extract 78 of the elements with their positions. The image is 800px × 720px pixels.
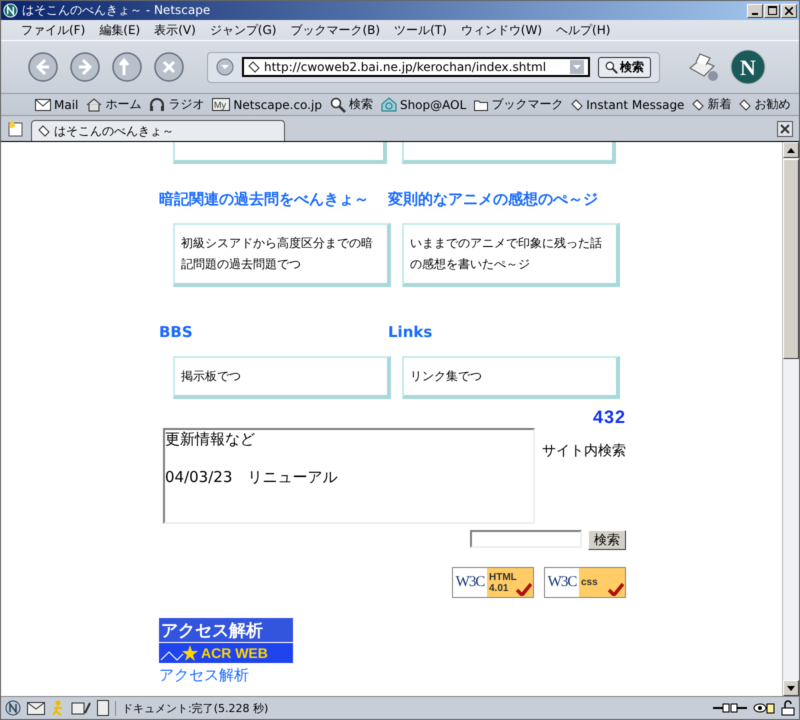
- envelope-icon[interactable]: [27, 702, 45, 714]
- search-icon: [605, 60, 618, 74]
- section-link[interactable]: Links: [388, 323, 626, 342]
- menu-item[interactable]: 編集(E): [99, 22, 140, 38]
- bookmark-icon: [38, 125, 50, 137]
- menu-item[interactable]: ウィンドウ(W): [460, 22, 542, 38]
- padlock-icon[interactable]: [781, 700, 795, 716]
- new-tab-icon[interactable]: [7, 120, 25, 138]
- forward-icon[interactable]: [69, 51, 101, 83]
- section-link[interactable]: 暗記関連の過去問をべんきょ～: [159, 190, 388, 209]
- description-card: リンク集でつ: [402, 356, 620, 399]
- bookmark-link[interactable]: My Netscape.co.jp: [212, 98, 322, 112]
- menu-item[interactable]: 表示(V): [154, 22, 196, 38]
- scroll-up-button[interactable]: [783, 142, 799, 158]
- up-arrow-icon: [787, 148, 795, 152]
- search-button[interactable]: 検索: [598, 56, 651, 78]
- netscape-logo-icon: [3, 3, 18, 18]
- site-search-label: サイト内検索: [541, 442, 626, 460]
- section-link[interactable]: BBS: [159, 323, 388, 342]
- window-title: はそこんのべんきょ～ - Netscape: [22, 2, 212, 19]
- bookmark-link[interactable]: 検索: [330, 96, 373, 113]
- address-book-icon[interactable]: [97, 700, 109, 716]
- bookmark-icon: [692, 98, 704, 110]
- w3c-badge[interactable]: W3C css: [544, 567, 626, 598]
- menu-item[interactable]: ツール(T): [394, 22, 447, 38]
- menu-item[interactable]: ヘルプ(H): [556, 22, 610, 38]
- house-icon: [86, 98, 102, 112]
- composer-icon[interactable]: [71, 701, 91, 715]
- netscape-logo-icon[interactable]: [5, 700, 21, 716]
- down-arrow-icon: [787, 686, 795, 690]
- minimize-button[interactable]: [747, 4, 763, 18]
- reload-icon[interactable]: [111, 51, 143, 83]
- envelope-icon: [35, 98, 51, 110]
- bookmark-icon: [571, 98, 584, 110]
- scroll-down-button[interactable]: [783, 680, 799, 696]
- maximize-icon: [768, 6, 776, 15]
- maximize-button[interactable]: [764, 4, 780, 18]
- eye-icon[interactable]: [753, 701, 775, 715]
- bookmark-link[interactable]: Instant Message: [571, 98, 684, 112]
- browser-tab[interactable]: はそこんのべんきょ～: [31, 120, 285, 141]
- access-analysis-link[interactable]: アクセス解析: [159, 666, 249, 685]
- bookmark-link[interactable]: ホーム: [86, 96, 142, 113]
- plug-icon: [713, 702, 747, 714]
- close-button[interactable]: [781, 4, 797, 18]
- status-text: ドキュメント:完了(5.228 秒): [115, 700, 557, 716]
- bookmark-link[interactable]: ラジオ: [149, 96, 204, 113]
- description-card: 初級シスアドから高度区分までの暗記問題の過去問題でつ: [173, 223, 391, 287]
- menu-item[interactable]: ジャンプ(G): [210, 22, 276, 38]
- bookmark-link[interactable]: Mail: [35, 98, 78, 112]
- scrollbar-thumb[interactable]: [783, 159, 799, 359]
- minimize-icon: [752, 12, 758, 14]
- access-counter: 432: [592, 407, 626, 428]
- bookmark-link[interactable]: 新着: [692, 96, 732, 113]
- search-button[interactable]: 検索: [588, 530, 626, 550]
- address-field[interactable]: http://cwoweb2.bai.ne.jp/kerochan/index.shtml: [242, 57, 590, 77]
- menu-item[interactable]: ブックマーク(B): [290, 22, 380, 38]
- menu-item[interactable]: ファイル(F): [21, 22, 86, 38]
- bookmark-link[interactable]: ブックマーク: [474, 96, 564, 113]
- bookmark-icon: [248, 61, 260, 73]
- magnifier-icon: [330, 96, 346, 112]
- back-icon[interactable]: [27, 51, 59, 83]
- my-icon: My: [212, 98, 230, 111]
- search-field[interactable]: [470, 530, 582, 548]
- description-card: いままでのアニメで印象に残った話の感想を書いたぺ～ジ: [402, 223, 620, 287]
- section-link[interactable]: 変則的なアニメの感想のぺ～ジ: [388, 190, 626, 209]
- close-icon[interactable]: [777, 121, 793, 137]
- dropdown-icon[interactable]: [216, 58, 234, 76]
- stop-icon[interactable]: [153, 51, 185, 83]
- house-icon: [380, 97, 397, 112]
- bookmark-icon: [739, 98, 752, 110]
- news-textarea: 更新情報など 04/03/23 リニューアル: [163, 428, 535, 524]
- close-icon: [785, 6, 793, 14]
- description-card: 掲示板でつ: [173, 356, 391, 399]
- headphones-icon: [149, 98, 166, 112]
- bookmark-link[interactable]: Shop@AOL: [380, 97, 466, 112]
- folder-icon: [474, 98, 488, 110]
- bookmark-link[interactable]: お勧め: [739, 96, 790, 113]
- netscape-logo-icon[interactable]: N: [730, 49, 766, 85]
